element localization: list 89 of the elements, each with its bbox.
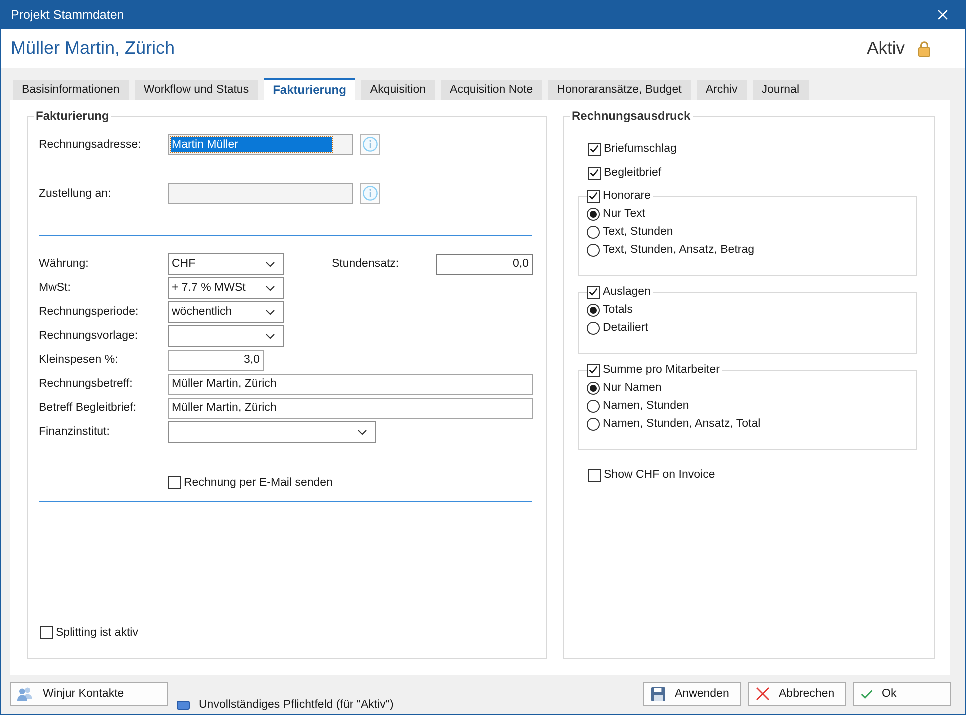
- check-icon: [590, 169, 599, 177]
- field-label: Kleinspesen %:: [39, 354, 120, 366]
- tab[interactable]: Archiv: [696, 80, 747, 100]
- number-field[interactable]: 3,0: [168, 350, 264, 370]
- cross-icon: [756, 687, 770, 701]
- check-icon: [861, 690, 873, 698]
- radio-label: Totals: [603, 303, 634, 317]
- field-label: Zustellung an:: [39, 188, 112, 200]
- checkbox-label: Splitting ist aktiv: [56, 626, 138, 640]
- checkbox[interactable]: [588, 166, 601, 180]
- radio-button[interactable]: [587, 418, 600, 430]
- group-title: Fakturierung: [35, 109, 110, 123]
- record-title: Müller Martin, Zürich: [11, 38, 176, 59]
- text-field[interactable]: Müller Martin, Zürich: [168, 398, 533, 418]
- radio-button[interactable]: [587, 400, 600, 412]
- radio-label: Namen, Stunden: [603, 399, 690, 413]
- radio-label: Nur Namen: [603, 381, 662, 395]
- tab[interactable]: Acquisition Note: [441, 80, 542, 100]
- radio-button[interactable]: [587, 322, 600, 334]
- field-label: Währung:: [39, 258, 90, 270]
- tab[interactable]: Honoraransätze, Budget: [548, 80, 691, 100]
- checkbox-label: Auslagen: [603, 285, 651, 299]
- checkbox-label: Briefumschlag: [604, 142, 677, 156]
- check-icon: [589, 366, 598, 374]
- radio-label: Text, Stunden, Ansatz, Betrag: [603, 243, 755, 257]
- radio-label: Text, Stunden: [603, 225, 674, 239]
- radio-button[interactable]: [587, 382, 600, 394]
- window-title: Projekt Stammdaten: [10, 8, 124, 22]
- info-icon: [362, 186, 378, 201]
- checkbox-label: Summe pro Mitarbeiter: [603, 363, 720, 377]
- contacts-button[interactable]: Winjur Kontakte: [10, 682, 168, 706]
- status-label: Aktiv: [867, 38, 905, 59]
- legend-text: Unvollständiges Pflichtfeld (für "Aktiv"): [199, 699, 394, 711]
- checkbox[interactable]: [587, 364, 600, 376]
- field-label: MwSt:: [39, 282, 72, 294]
- group-title: Rechnungsausdruck: [571, 109, 692, 123]
- check-icon: [589, 288, 598, 296]
- text-field[interactable]: Müller Martin, Zürich: [168, 374, 533, 394]
- radio-button[interactable]: [587, 244, 600, 256]
- people-icon: [17, 687, 33, 701]
- radio-button[interactable]: [587, 226, 600, 238]
- ok-button[interactable]: Ok: [853, 682, 951, 706]
- field-label: Stundensatz:: [332, 258, 400, 270]
- address-field[interactable]: Martin Müller: [168, 134, 353, 155]
- chevron-down-icon: [266, 286, 275, 290]
- tab[interactable]: Workflow und Status: [134, 80, 258, 100]
- chevron-down-icon: [358, 430, 367, 434]
- radio-label: Namen, Stunden, Ansatz, Total: [603, 417, 761, 431]
- radio-button[interactable]: [587, 304, 600, 316]
- dropdown[interactable]: CHF: [168, 253, 284, 275]
- checkbox[interactable]: [40, 626, 53, 639]
- close-icon: [938, 10, 948, 20]
- radio-label: Nur Text: [603, 207, 646, 221]
- checkbox[interactable]: [168, 476, 181, 489]
- field-label: Rechnungsbetreff:: [39, 378, 134, 390]
- checkbox[interactable]: [588, 468, 601, 482]
- cancel-button[interactable]: Abbrechen: [748, 682, 846, 706]
- checkbox[interactable]: [588, 142, 601, 156]
- chevron-down-icon: [266, 262, 275, 266]
- address-field[interactable]: [168, 183, 353, 204]
- check-icon: [590, 145, 599, 153]
- number-field[interactable]: 0,0: [436, 254, 533, 274]
- dropdown[interactable]: wöchentlich: [168, 301, 284, 323]
- field-label: Betreff Begleitbrief:: [39, 402, 138, 414]
- dropdown[interactable]: [168, 325, 284, 347]
- radio-button[interactable]: [587, 208, 600, 220]
- tab[interactable]: Journal: [752, 80, 808, 100]
- checkbox-label: Honorare: [603, 189, 651, 203]
- dropdown[interactable]: + 7.7 % MWSt: [168, 277, 284, 299]
- chevron-down-icon: [266, 310, 275, 314]
- checkbox-label: Show CHF on Invoice: [604, 468, 716, 482]
- info-icon: [362, 137, 378, 152]
- chevron-down-icon: [266, 334, 275, 338]
- field-label: Rechnungsperiode:: [39, 306, 140, 318]
- check-icon: [589, 192, 598, 200]
- field-label: Rechnungsvorlage:: [39, 330, 140, 342]
- field-label: Rechnungsadresse:: [39, 138, 142, 150]
- tab[interactable]: Akquisition: [361, 80, 436, 100]
- tab[interactable]: Fakturierung: [264, 78, 356, 100]
- radio-label: Detailiert: [603, 321, 648, 335]
- tab[interactable]: Basisinformationen: [13, 80, 129, 100]
- dropdown[interactable]: [168, 421, 376, 443]
- checkbox[interactable]: [587, 286, 600, 298]
- apply-button[interactable]: Anwenden: [643, 682, 741, 706]
- checkbox[interactable]: [587, 190, 600, 202]
- checkbox-label: Rechnung per E-Mail senden: [184, 476, 333, 490]
- field-label: Finanzinstitut:: [39, 426, 111, 438]
- checkbox-label: Begleitbrief: [604, 166, 662, 180]
- swatch-icon: [177, 700, 190, 710]
